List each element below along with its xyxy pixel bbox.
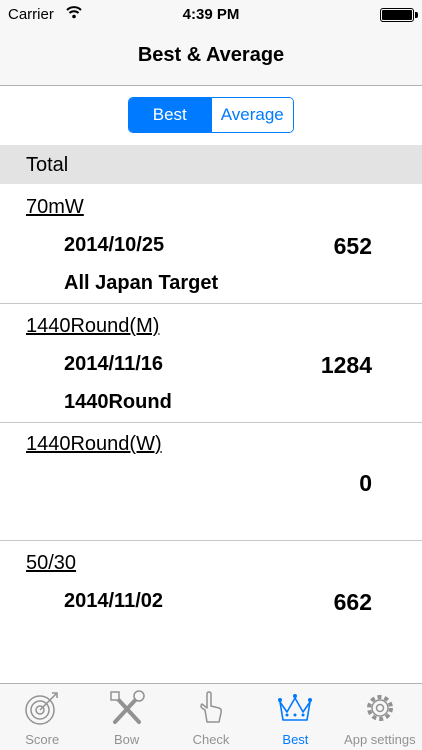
section-header-total: Total [0, 145, 422, 184]
record-date: 2014/11/16 [64, 353, 163, 375]
hand-pointer-icon [200, 691, 223, 723]
record-row[interactable]: 1440Round(W) 0 [0, 422, 422, 541]
category-label: 50/30 [26, 552, 77, 574]
gear-icon [366, 695, 393, 721]
tab-label: Score [25, 732, 60, 747]
tab-label: Best [282, 732, 309, 747]
record-row[interactable]: 1440Round(M) 2014/11/16 1440Round 1284 [0, 304, 422, 423]
crown-icon [278, 694, 313, 721]
status-time: 4:39 PM [182, 6, 240, 23]
record-score: 0 [359, 470, 372, 496]
tab-bow[interactable]: Bow [84, 684, 168, 750]
tab-check[interactable]: Check [169, 684, 253, 750]
round-name: All Japan Target [64, 272, 219, 294]
target-icon [25, 692, 58, 725]
category-label: 1440Round(W) [26, 433, 162, 455]
navigation-bar: Best & Average [0, 30, 422, 86]
page-title: Best & Average [137, 44, 285, 66]
tab-label: App settings [344, 732, 416, 747]
tab-label: Bow [113, 732, 140, 747]
segment-average[interactable]: Average [210, 98, 293, 132]
tools-icon [109, 690, 145, 724]
tab-label: Check [192, 732, 230, 747]
tab-score[interactable]: Score [0, 684, 84, 750]
record-score: 652 [333, 233, 372, 259]
status-bar: Carrier 4:39 PM [0, 0, 422, 30]
tab-bar: Score Bow Check Best App settings [0, 683, 422, 750]
record-date: 2014/10/25 [64, 234, 165, 256]
record-row[interactable]: 50/30 2014/11/02 662 [0, 541, 422, 659]
segment-best[interactable]: Best [129, 98, 211, 132]
tab-app-settings[interactable]: App settings [338, 684, 422, 750]
category-label: 1440Round(M) [26, 315, 160, 337]
best-average-segmented-control[interactable]: Best Average [128, 97, 294, 133]
round-name: 1440Round [64, 391, 172, 413]
record-score: 1284 [320, 352, 372, 378]
record-date: 2014/11/02 [64, 590, 163, 612]
section-title: Total [26, 154, 69, 176]
battery-icon [380, 8, 418, 22]
record-row[interactable]: 70mW 2014/10/25 All Japan Target 652 [0, 185, 422, 304]
category-label: 70mW [26, 196, 84, 218]
tab-best[interactable]: Best [253, 684, 337, 750]
record-score: 662 [333, 589, 372, 615]
